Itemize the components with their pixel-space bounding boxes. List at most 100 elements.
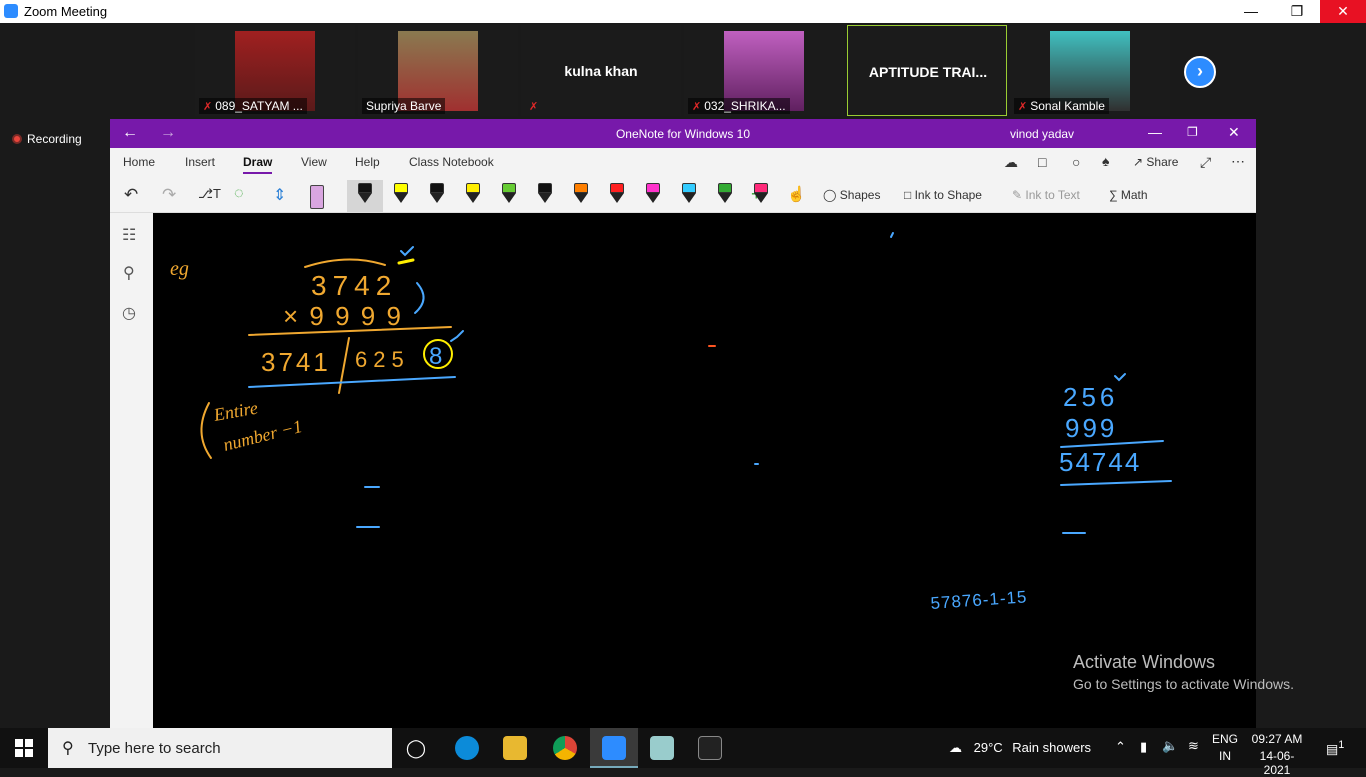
pen-tool-icon[interactable]: [718, 183, 732, 209]
shapes-button[interactable]: ◯ Shapes: [823, 188, 880, 202]
ink-paren: [200, 402, 212, 459]
show-hidden-icons-chevron-icon[interactable]: ⌃: [1115, 739, 1126, 755]
pen-tool-icon[interactable]: [394, 183, 408, 209]
pen-tool-icon[interactable]: [754, 183, 768, 209]
restore-button[interactable]: ❐: [1187, 125, 1198, 139]
weather-widget[interactable]: ☁ 29°C Rain showers: [949, 740, 1091, 756]
pen-tool-icon[interactable]: [646, 183, 660, 209]
recent-clock-icon[interactable]: ◷: [122, 303, 136, 323]
pen-tool-icon[interactable]: [538, 183, 552, 209]
tab-draw[interactable]: Draw: [243, 155, 273, 174]
pen-tool-icon[interactable]: [610, 183, 624, 209]
tab-view[interactable]: View: [301, 155, 327, 169]
onenote-title: OneNote for Windows 10: [615, 127, 751, 141]
more-options-icon[interactable]: ⋯: [1231, 153, 1245, 170]
tab-insert[interactable]: Insert: [185, 155, 215, 169]
zoom-logo-icon: [4, 4, 18, 18]
eraser-icon[interactable]: [310, 185, 324, 209]
add-space-icon[interactable]: ⇕: [273, 185, 286, 205]
minimize-button[interactable]: —: [1228, 0, 1274, 23]
ink-check: [1114, 373, 1126, 382]
zoom-taskbar-button[interactable]: [590, 728, 638, 768]
sync-icon[interactable]: ☁: [1004, 154, 1018, 171]
ink-line: [248, 376, 456, 388]
ink-canvas[interactable]: eg 3742 × 9 9 9 9 3741 625 8 Entire numb…: [153, 213, 1256, 728]
ink-note-line1: Entire: [211, 398, 259, 426]
pen-tool-icon[interactable]: [466, 183, 480, 209]
participant-tile[interactable]: Supriya Barve: [358, 25, 518, 116]
onenote-taskbar-icon[interactable]: [650, 736, 674, 760]
pen-tool-icon[interactable]: [574, 183, 588, 209]
pen-tool-icon[interactable]: [502, 183, 516, 209]
volume-icon[interactable]: 🔈: [1162, 738, 1178, 754]
restore-button[interactable]: ❐: [1274, 0, 1320, 23]
language-indicator[interactable]: ENG IN: [1212, 732, 1238, 763]
ink-highlight-mark: [397, 258, 415, 265]
activate-title: Activate Windows: [1073, 652, 1216, 672]
terminal-icon[interactable]: [698, 736, 722, 760]
muted-mic-icon: ✗: [529, 101, 539, 113]
ink-check: [400, 246, 414, 257]
lightbulb-icon[interactable]: ○: [1072, 154, 1080, 170]
ink-top-number: 3742: [311, 270, 397, 301]
network-icon[interactable]: ≋: [1188, 738, 1199, 754]
minimize-button[interactable]: —: [1148, 124, 1162, 140]
participant-tile-active-speaker[interactable]: APTITUDE TRAI...: [847, 25, 1007, 116]
close-button[interactable]: ✕: [1320, 0, 1366, 23]
touch-drawing-icon[interactable]: ☝: [787, 185, 806, 203]
close-button[interactable]: ✕: [1228, 124, 1240, 141]
pen-tool-icon[interactable]: [358, 183, 372, 209]
ink-bottom-text: 57876-1-15: [930, 587, 1028, 613]
participant-name-center: APTITUDE TRAI...: [868, 64, 988, 80]
next-page-chevron-icon[interactable]: ›: [1184, 56, 1216, 88]
window-title: Zoom Meeting: [24, 4, 108, 19]
participant-tile[interactable]: ✗ 089_SATYAM ...: [195, 25, 355, 116]
search-placeholder: Type here to search: [88, 740, 221, 757]
page-view-icon[interactable]: □: [1038, 154, 1046, 170]
ink-divider: [338, 337, 350, 394]
ink-to-shape-button[interactable]: □ Ink to Shape: [904, 188, 982, 202]
battery-icon[interactable]: ▮: [1140, 739, 1147, 755]
notebooks-icon[interactable]: ☷: [122, 225, 136, 245]
ink-right-result: 54744: [1059, 447, 1141, 477]
draw-toolbar: ↶ ↷ ⎇T ◌ ⇕ + ☝ ◯ Shapes □ Ink to Shape ✎…: [110, 179, 1256, 213]
share-button[interactable]: ↗ Share: [1133, 155, 1178, 169]
tab-class-notebook[interactable]: Class Notebook: [409, 155, 494, 169]
nav-sidebar: ☷ ⚲ ◷: [110, 213, 153, 728]
ink-dot: [890, 232, 894, 238]
undo-icon[interactable]: ↶: [124, 185, 138, 205]
ink-result-mid: 625: [355, 347, 410, 372]
task-view-icon[interactable]: ◯: [404, 736, 428, 760]
tab-home[interactable]: Home: [123, 155, 155, 169]
participant-name: ✗ Sonal Kamble: [1014, 98, 1109, 114]
pen-tool-icon[interactable]: [430, 183, 444, 209]
ink-arc: [304, 258, 386, 268]
ink-to-text-button[interactable]: ✎ Ink to Text: [1012, 188, 1080, 202]
fullscreen-icon[interactable]: ⤢: [1200, 154, 1211, 171]
redo-icon[interactable]: ↷: [162, 185, 176, 205]
windows-start-icon[interactable]: [15, 739, 33, 757]
participant-tile[interactable]: ✗ 032_SHRIKA...: [684, 25, 844, 116]
lasso-select-icon[interactable]: ◌: [234, 185, 244, 203]
muted-mic-icon: ✗: [692, 101, 702, 113]
math-button[interactable]: ∑ Math: [1109, 188, 1148, 202]
chrome-icon[interactable]: [553, 736, 577, 760]
recording-indicator: Recording: [12, 132, 82, 146]
participant-tile[interactable]: kulna khan ✗: [521, 25, 681, 116]
bell-icon[interactable]: ♠: [1102, 153, 1109, 169]
edge-browser-icon[interactable]: [455, 736, 479, 760]
user-name[interactable]: vinod yadav: [1010, 127, 1074, 141]
file-explorer-icon[interactable]: [503, 736, 527, 760]
participant-tile[interactable]: ✗ Sonal Kamble: [1010, 25, 1170, 116]
participant-name: Supriya Barve: [362, 98, 446, 114]
tab-help[interactable]: Help: [355, 155, 380, 169]
type-select-icon[interactable]: ⎇T: [198, 186, 221, 202]
ink-eg: eg: [170, 258, 189, 280]
ink-right-mult: 999: [1065, 413, 1117, 443]
taskbar-search-box[interactable]: ⚲ Type here to search: [48, 728, 392, 768]
clock[interactable]: 09:27 AM 14-06-2021: [1248, 732, 1306, 777]
notification-center-icon[interactable]: ▤1: [1326, 739, 1344, 757]
pen-tool-icon[interactable]: [682, 183, 696, 209]
search-icon[interactable]: ⚲: [123, 263, 135, 283]
activate-subtitle: Go to Settings to activate Windows.: [1073, 676, 1294, 692]
